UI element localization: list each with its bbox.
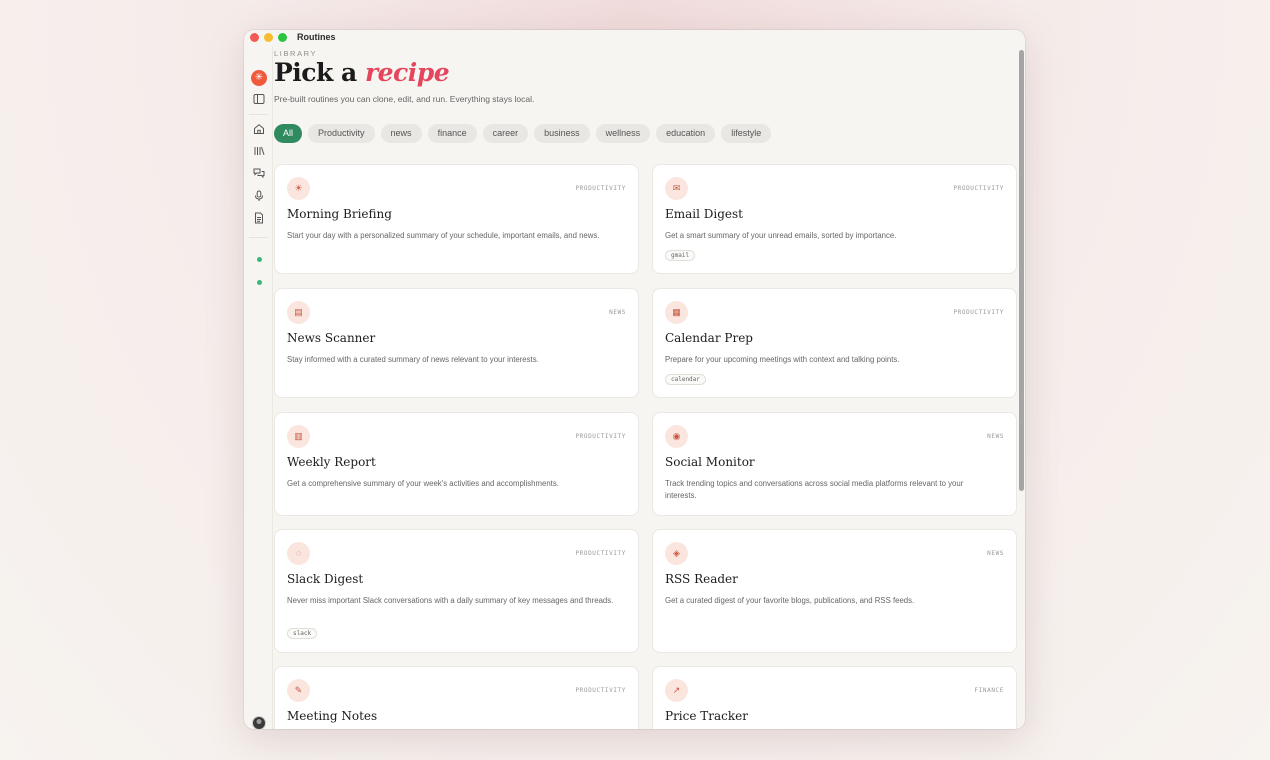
filter-chip-education[interactable]: education xyxy=(656,124,716,143)
bar-chart-icon: ▥ xyxy=(287,425,310,448)
trend-chart-icon: ↗ xyxy=(665,679,688,702)
integration-tag: gmail xyxy=(665,250,696,261)
recipe-card-meeting-notes[interactable]: ✎ PRODUCTIVITY Meeting Notes xyxy=(274,666,639,729)
recipe-card-email-digest[interactable]: ✉ PRODUCTIVITY Email Digest Get a smart … xyxy=(652,164,1017,274)
minimize-window-button[interactable] xyxy=(264,33,273,42)
recipe-description: Get a comprehensive summary of your week… xyxy=(287,479,559,488)
main-content: LIBRARY Pick a recipe Pre-built routines… xyxy=(274,46,1017,729)
recipe-description: Get a smart summary of your unread email… xyxy=(665,231,897,240)
scrollbar-thumb[interactable] xyxy=(1019,50,1024,491)
section-eyebrow: LIBRARY xyxy=(274,49,318,58)
sidebar-divider xyxy=(249,114,268,115)
recipe-card-rss-reader[interactable]: ◈ NEWS RSS Reader Get a curated digest o… xyxy=(652,529,1017,653)
sun-icon: ☀ xyxy=(287,177,310,200)
filter-chip-news[interactable]: news xyxy=(380,124,422,143)
newspaper-icon: ▤ xyxy=(287,301,310,324)
speech-bubble-icon: ◌ xyxy=(287,542,310,565)
page-subtitle: Pre-built routines you can clone, edit, … xyxy=(274,94,535,104)
recipe-card-social-monitor[interactable]: ◉ NEWS Social Monitor Track trending top… xyxy=(652,412,1017,516)
zoom-window-button[interactable] xyxy=(278,33,287,42)
recipe-category: PRODUCTIVITY xyxy=(953,309,1004,316)
recipe-category: PRODUCTIVITY xyxy=(575,687,626,694)
recipe-title: RSS Reader xyxy=(665,572,738,586)
recipe-description: Start your day with a personalized summa… xyxy=(287,231,600,240)
recipe-card-morning-briefing[interactable]: ☀ PRODUCTIVITY Morning Briefing Start yo… xyxy=(274,164,639,274)
recipe-title: Calendar Prep xyxy=(665,331,753,345)
microphone-icon[interactable] xyxy=(252,189,266,203)
filter-chip-all[interactable]: All xyxy=(274,124,303,143)
sidebar: ✳ xyxy=(244,46,273,729)
scrollbar[interactable] xyxy=(1018,46,1025,729)
chat-icon[interactable] xyxy=(252,166,266,180)
filter-chip-career[interactable]: career xyxy=(482,124,529,143)
integration-tag: calendar xyxy=(665,374,706,385)
recipe-category: PRODUCTIVITY xyxy=(953,185,1004,192)
page-title: Pick a recipe xyxy=(274,58,450,87)
home-icon[interactable] xyxy=(252,122,266,136)
recipe-description: Track trending topics and conversations … xyxy=(665,479,964,500)
recipe-description: Get a curated digest of your favorite bl… xyxy=(665,596,915,605)
window-title: Routines xyxy=(297,32,336,42)
recipe-title: Email Digest xyxy=(665,207,744,221)
filter-chip-finance[interactable]: finance xyxy=(427,124,477,143)
recipe-title: Slack Digest xyxy=(287,572,364,586)
page-title-prefix: Pick a xyxy=(274,58,357,87)
recipe-card-weekly-report[interactable]: ▥ PRODUCTIVITY Weekly Report Get a compr… xyxy=(274,412,639,516)
recipe-description: Never miss important Slack conversations… xyxy=(287,596,614,605)
recipe-title: Social Monitor xyxy=(665,455,755,469)
recipe-title: Meeting Notes xyxy=(287,709,378,723)
status-dot xyxy=(257,257,262,262)
recipe-card-price-tracker[interactable]: ↗ FINANCE Price Tracker xyxy=(652,666,1017,729)
recipe-card-calendar-prep[interactable]: ▦ PRODUCTIVITY Calendar Prep Prepare for… xyxy=(652,288,1017,398)
recipe-description: Stay informed with a curated summary of … xyxy=(287,355,539,364)
category-filter-bar: All Productivity news finance career bus… xyxy=(274,124,772,144)
integration-tag: slack xyxy=(287,628,318,639)
memo-icon: ✎ xyxy=(287,679,310,702)
title-bar: Routines xyxy=(244,30,1025,46)
recipe-category: PRODUCTIVITY xyxy=(575,185,626,192)
panel-toggle-icon[interactable] xyxy=(252,92,266,106)
library-icon[interactable] xyxy=(252,144,266,158)
filter-chip-productivity[interactable]: Productivity xyxy=(308,124,375,143)
page-title-accent: recipe xyxy=(364,58,450,87)
status-dot xyxy=(257,280,262,285)
satellite-icon: ◈ xyxy=(665,542,688,565)
people-icon: ◉ xyxy=(665,425,688,448)
filter-chip-lifestyle[interactable]: lifestyle xyxy=(721,124,772,143)
recipe-category: NEWS xyxy=(987,550,1004,557)
recipe-title: Morning Briefing xyxy=(287,207,392,221)
filter-chip-wellness[interactable]: wellness xyxy=(595,124,651,143)
close-window-button[interactable] xyxy=(250,33,259,42)
recipe-card-news-scanner[interactable]: ▤ NEWS News Scanner Stay informed with a… xyxy=(274,288,639,398)
filter-chip-business[interactable]: business xyxy=(534,124,590,143)
recipe-category: FINANCE xyxy=(974,687,1004,694)
recipe-category: NEWS xyxy=(609,309,626,316)
envelope-icon: ✉ xyxy=(665,177,688,200)
recipe-title: News Scanner xyxy=(287,331,376,345)
recipe-card-slack-digest[interactable]: ◌ PRODUCTIVITY Slack Digest Never miss i… xyxy=(274,529,639,653)
app-window: Routines ✳ LIBRARY Pick a recipe Pre-bui… xyxy=(244,30,1025,729)
sidebar-divider xyxy=(249,237,268,238)
recipe-title: Weekly Report xyxy=(287,455,376,469)
recipe-category: PRODUCTIVITY xyxy=(575,433,626,440)
avatar[interactable] xyxy=(252,716,266,729)
document-icon[interactable] xyxy=(252,211,266,225)
recipe-category: NEWS xyxy=(987,433,1004,440)
calendar-icon: ▦ xyxy=(665,301,688,324)
recipe-category: PRODUCTIVITY xyxy=(575,550,626,557)
recipe-title: Price Tracker xyxy=(665,709,749,723)
sparkle-icon[interactable]: ✳ xyxy=(251,70,267,86)
recipe-description: Prepare for your upcoming meetings with … xyxy=(665,355,900,364)
